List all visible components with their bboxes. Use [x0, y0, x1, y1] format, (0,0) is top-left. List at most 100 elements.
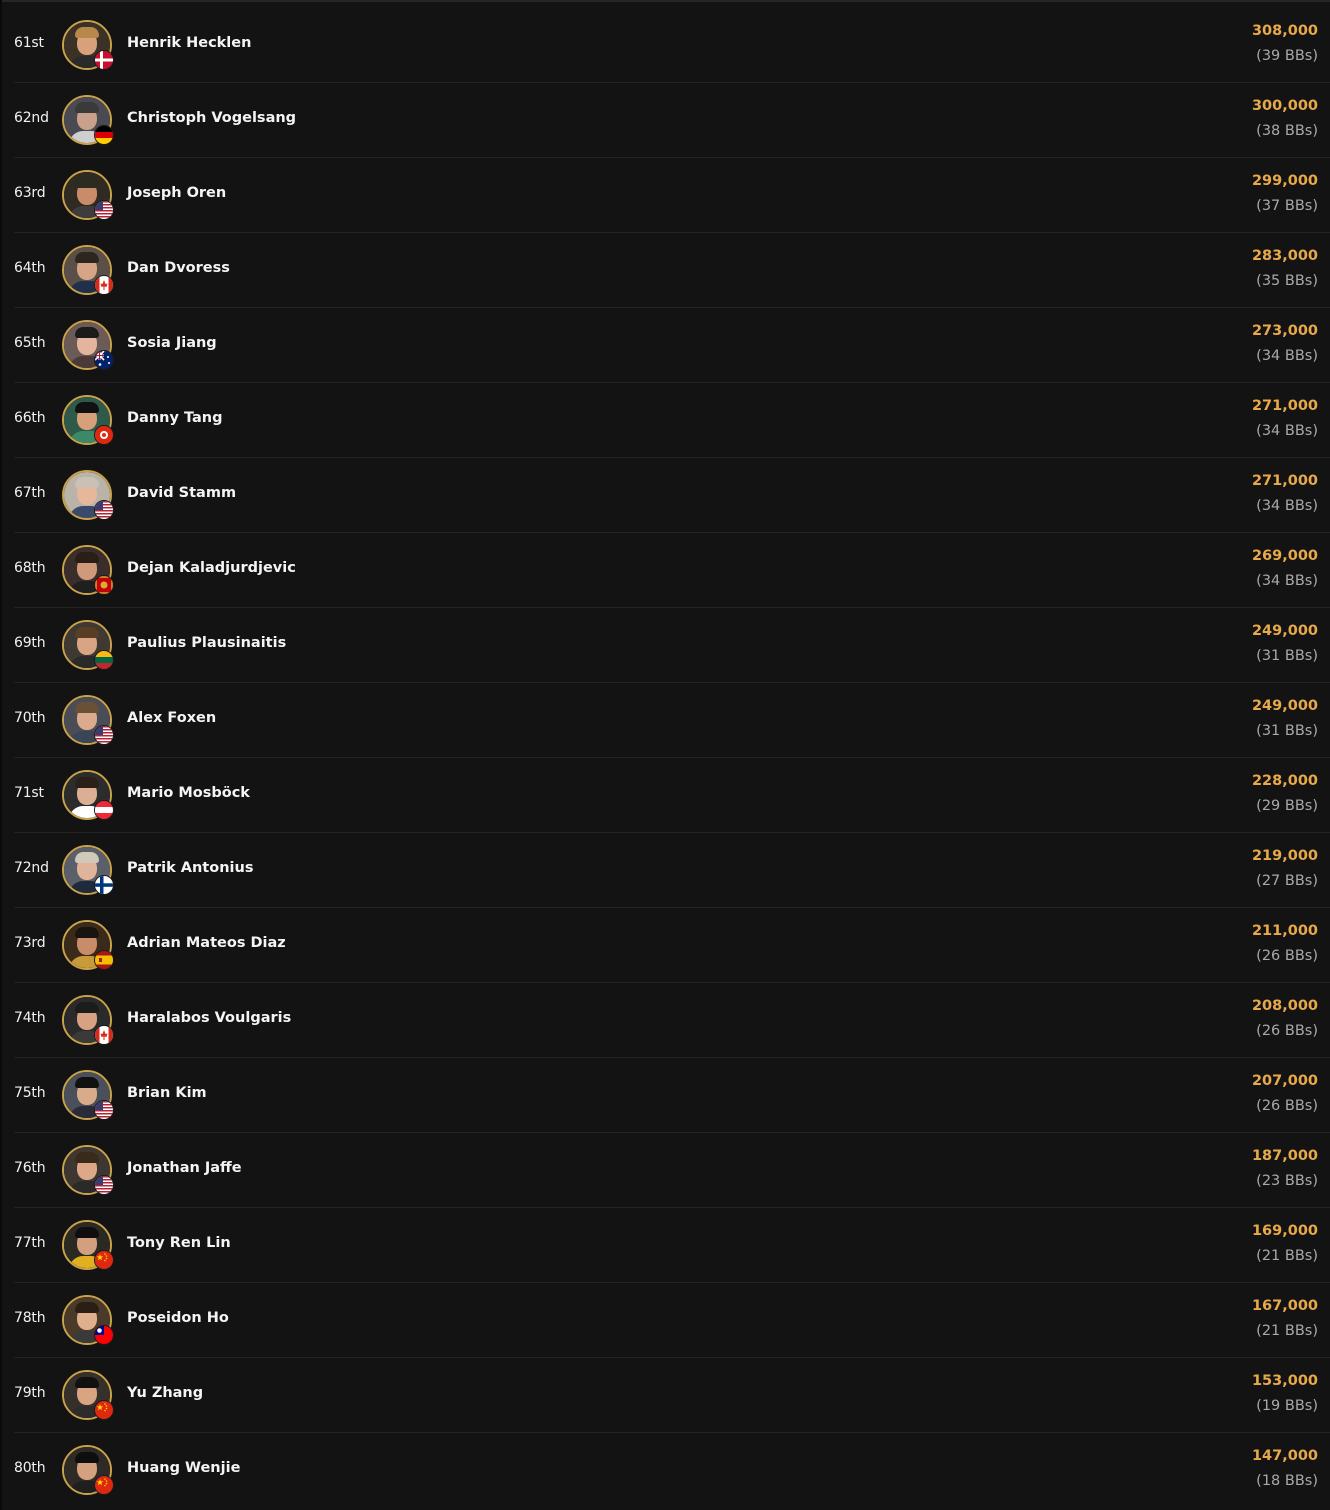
chip-count: 169,000 — [1251, 1223, 1318, 1239]
player-row[interactable]: 74th Haralabos Voulgaris 208,000 (26 BBs) — [14, 983, 1330, 1058]
player-row[interactable]: 76th Jonathan Jaffe 187,000 (23 BBs) — [14, 1133, 1330, 1208]
player-row[interactable]: 63rd Joseph Oren 299,000 (37 BBs) — [14, 158, 1330, 233]
player-rank: 69th — [14, 635, 46, 651]
australia-flag-icon — [94, 350, 114, 370]
taiwan-flag-icon — [94, 1325, 114, 1345]
player-rank: 75th — [14, 1085, 46, 1101]
player-name[interactable]: Christoph Vogelsang — [127, 110, 296, 126]
chip-count: 271,000 — [1251, 473, 1318, 489]
austria-flag-icon — [94, 800, 114, 820]
player-row[interactable]: 61st Henrik Hecklen 308,000 (39 BBs) — [14, 8, 1330, 83]
usa-flag-icon — [94, 1100, 114, 1120]
big-blinds-count: (23 BBs) — [1256, 1173, 1318, 1189]
player-name[interactable]: Poseidon Ho — [127, 1310, 229, 1326]
player-row[interactable]: 71st Mario Mosböck 228,000 (29 BBs) — [14, 758, 1330, 833]
chip-count: 208,000 — [1251, 998, 1318, 1014]
germany-flag-icon — [94, 125, 114, 145]
big-blinds-count: (34 BBs) — [1256, 423, 1318, 439]
player-name[interactable]: Haralabos Voulgaris — [127, 1010, 291, 1026]
player-row[interactable]: 69th Paulius Plausinaitis 249,000 (31 BBs) — [14, 608, 1330, 683]
player-rank: 79th — [14, 1385, 46, 1401]
player-name[interactable]: Dejan Kaladjurdjevic — [127, 560, 296, 576]
player-row[interactable]: 64th Dan Dvoress 283,000 (35 BBs) — [14, 233, 1330, 308]
player-name[interactable]: Brian Kim — [127, 1085, 207, 1101]
montenegro-flag-icon — [94, 575, 114, 595]
player-row[interactable]: 66th Danny Tang 271,000 (34 BBs) — [14, 383, 1330, 458]
player-rank: 61st — [14, 35, 44, 51]
chip-count: 249,000 — [1251, 698, 1318, 714]
player-row[interactable]: 72nd Patrik Antonius 219,000 (27 BBs) — [14, 833, 1330, 908]
player-row[interactable]: 80th Huang Wenjie 147,000 (18 BBs) — [14, 1433, 1330, 1507]
player-name[interactable]: Adrian Mateos Diaz — [127, 935, 286, 951]
player-rank: 72nd — [14, 860, 49, 876]
player-row[interactable]: 65th Sosia Jiang 273,000 (34 BBs) — [14, 308, 1330, 383]
player-name[interactable]: Mario Mosböck — [127, 785, 250, 801]
usa-flag-icon — [94, 1175, 114, 1195]
big-blinds-count: (26 BBs) — [1256, 1098, 1318, 1114]
big-blinds-count: (34 BBs) — [1256, 348, 1318, 364]
player-rank: 63rd — [14, 185, 46, 201]
player-rank: 77th — [14, 1235, 46, 1251]
player-name[interactable]: David Stamm — [127, 485, 236, 501]
big-blinds-count: (18 BBs) — [1256, 1473, 1318, 1489]
usa-flag-icon — [94, 500, 114, 520]
hongkong-flag-icon — [94, 425, 114, 445]
big-blinds-count: (21 BBs) — [1256, 1248, 1318, 1264]
lithuania-flag-icon — [94, 650, 114, 670]
chip-count: 228,000 — [1251, 773, 1318, 789]
player-row[interactable]: 77th Tony Ren Lin 169,000 (21 BBs) — [14, 1208, 1330, 1283]
chip-count: 299,000 — [1251, 173, 1318, 189]
player-name[interactable]: Yu Zhang — [127, 1385, 203, 1401]
player-name[interactable]: Danny Tang — [127, 410, 222, 426]
player-row[interactable]: 62nd Christoph Vogelsang 300,000 (38 BBs) — [14, 83, 1330, 158]
spain-flag-icon — [94, 950, 114, 970]
player-row[interactable]: 78th Poseidon Ho 167,000 (21 BBs) — [14, 1283, 1330, 1358]
player-row[interactable]: 70th Alex Foxen 249,000 (31 BBs) — [14, 683, 1330, 758]
player-list: 61st Henrik Hecklen 308,000 (39 BBs) 62nd Chr… — [14, 8, 1330, 1507]
player-row[interactable]: 75th Brian Kim 207,000 (26 BBs) — [14, 1058, 1330, 1133]
chip-count: 147,000 — [1251, 1448, 1318, 1464]
player-name[interactable]: Sosia Jiang — [127, 335, 217, 351]
player-rank: 80th — [14, 1460, 46, 1476]
chip-count: 273,000 — [1251, 323, 1318, 339]
player-name[interactable]: Patrik Antonius — [127, 860, 253, 876]
player-name[interactable]: Dan Dvoress — [127, 260, 230, 276]
player-row[interactable]: 67th David Stamm 271,000 (34 BBs) — [14, 458, 1330, 533]
chip-count: 167,000 — [1251, 1298, 1318, 1314]
canada-flag-icon — [94, 275, 114, 295]
player-name[interactable]: Tony Ren Lin — [127, 1235, 231, 1251]
player-rank: 64th — [14, 260, 46, 276]
big-blinds-count: (38 BBs) — [1256, 123, 1318, 139]
chip-count: 283,000 — [1251, 248, 1318, 264]
big-blinds-count: (37 BBs) — [1256, 198, 1318, 214]
big-blinds-count: (39 BBs) — [1256, 48, 1318, 64]
player-row[interactable]: 68th Dejan Kaladjurdjevic 269,000 (34 BBs) — [14, 533, 1330, 608]
player-name[interactable]: Henrik Hecklen — [127, 35, 251, 51]
china-flag-icon — [94, 1250, 114, 1270]
big-blinds-count: (27 BBs) — [1256, 873, 1318, 889]
player-rank: 70th — [14, 710, 46, 726]
big-blinds-count: (35 BBs) — [1256, 273, 1318, 289]
chip-count: 219,000 — [1251, 848, 1318, 864]
player-name[interactable]: Paulius Plausinaitis — [127, 635, 286, 651]
player-rank: 73rd — [14, 935, 46, 951]
player-name[interactable]: Joseph Oren — [127, 185, 226, 201]
chip-count: 249,000 — [1251, 623, 1318, 639]
chip-counts-page: 61st Henrik Hecklen 308,000 (39 BBs) 62nd Chr… — [0, 0, 1330, 1510]
big-blinds-count: (34 BBs) — [1256, 498, 1318, 514]
player-row[interactable]: 73rd Adrian Mateos Diaz 211,000 (26 BBs) — [14, 908, 1330, 983]
player-name[interactable]: Alex Foxen — [127, 710, 216, 726]
left-edge — [0, 0, 2, 1510]
player-rank: 76th — [14, 1160, 46, 1176]
top-divider — [0, 0, 1330, 2]
player-rank: 74th — [14, 1010, 46, 1026]
player-row[interactable]: 79th Yu Zhang 153,000 (19 BBs) — [14, 1358, 1330, 1433]
big-blinds-count: (34 BBs) — [1256, 573, 1318, 589]
player-name[interactable]: Jonathan Jaffe — [127, 1160, 242, 1176]
player-name[interactable]: Huang Wenjie — [127, 1460, 240, 1476]
player-rank: 62nd — [14, 110, 49, 126]
chip-count: 269,000 — [1251, 548, 1318, 564]
usa-flag-icon — [94, 200, 114, 220]
chip-count: 207,000 — [1251, 1073, 1318, 1089]
chip-count: 271,000 — [1251, 398, 1318, 414]
